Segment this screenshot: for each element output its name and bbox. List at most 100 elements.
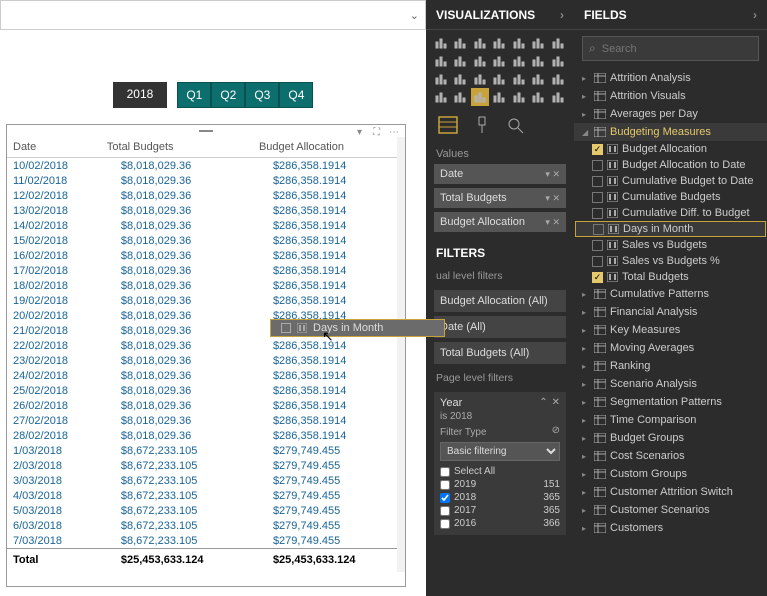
collapse-icon[interactable]: ⌃ xyxy=(539,397,547,409)
field-table[interactable]: ▸Attrition Analysis xyxy=(574,69,767,87)
viz-type-icon[interactable] xyxy=(549,52,567,70)
viz-type-icon[interactable] xyxy=(490,88,508,106)
search-input[interactable] xyxy=(602,43,752,55)
fields-search[interactable]: ⌕ xyxy=(582,36,759,61)
table-row[interactable]: 14/02/2018$8,018,029.36$286,358.1914 xyxy=(7,218,405,233)
remove-icon[interactable]: ✕ xyxy=(552,193,560,203)
column-header[interactable]: Budget Allocation xyxy=(253,137,405,158)
field-table[interactable]: ▸Key Measures xyxy=(574,321,767,339)
field-checkbox[interactable]: ✓ xyxy=(592,144,603,155)
field-item[interactable]: Cumulative Diff. to Budget xyxy=(574,205,767,221)
field-checkbox[interactable] xyxy=(593,224,604,235)
table-row[interactable]: 28/02/2018$8,018,029.36$286,358.1914 xyxy=(7,428,405,443)
field-table[interactable]: ▸Cost Scenarios xyxy=(574,447,767,465)
viz-type-icon[interactable] xyxy=(529,88,547,106)
table-row[interactable]: 4/03/2018$8,672,233.105$279,749.455 xyxy=(7,488,405,503)
field-table[interactable]: ▸Averages per Day xyxy=(574,105,767,123)
viz-type-icon[interactable] xyxy=(471,70,489,88)
viz-type-icon[interactable] xyxy=(432,70,450,88)
fields-tool-icon[interactable] xyxy=(438,116,458,134)
more-icon[interactable]: ⋯ xyxy=(389,127,401,137)
viz-type-icon[interactable] xyxy=(471,88,489,106)
focus-icon[interactable]: ⛶ xyxy=(373,127,385,137)
viz-type-icon[interactable] xyxy=(490,70,508,88)
analytics-tool-icon[interactable] xyxy=(506,116,526,134)
viz-type-icon[interactable] xyxy=(529,70,547,88)
table-row[interactable]: 25/02/2018$8,018,029.36$286,358.1914 xyxy=(7,383,405,398)
year-checkbox[interactable] xyxy=(440,480,450,490)
table-row[interactable]: 23/02/2018$8,018,029.36$286,358.1914 xyxy=(7,353,405,368)
viz-type-icon[interactable] xyxy=(471,34,489,52)
table-row[interactable]: 7/03/2018$8,672,233.105$279,749.455 xyxy=(7,533,405,549)
visual-drag-handle[interactable] xyxy=(7,125,405,137)
year-button[interactable]: 2018 xyxy=(113,82,168,108)
quarter-button[interactable]: Q1 xyxy=(177,82,211,108)
column-header[interactable]: Total Budgets xyxy=(101,137,253,158)
field-checkbox[interactable]: ✓ xyxy=(592,272,603,283)
field-item[interactable]: Sales vs Budgets % xyxy=(574,253,767,269)
field-checkbox[interactable] xyxy=(592,256,603,267)
field-table[interactable]: ▸Customer Attrition Switch xyxy=(574,483,767,501)
table-row[interactable]: 17/02/2018$8,018,029.36$286,358.1914 xyxy=(7,263,405,278)
table-row[interactable]: 19/02/2018$8,018,029.36$286,358.1914 xyxy=(7,293,405,308)
viz-type-icon[interactable] xyxy=(510,34,528,52)
table-scrollbar[interactable] xyxy=(397,137,405,572)
viz-type-icon[interactable] xyxy=(490,52,508,70)
slicer-dropdown[interactable]: ⌄ xyxy=(0,0,426,30)
field-item[interactable]: Sales vs Budgets xyxy=(574,237,767,253)
year-checkbox[interactable] xyxy=(440,506,450,516)
field-item[interactable]: Days in Month xyxy=(575,221,766,237)
field-well-item[interactable]: Budget Allocation▾ ✕ xyxy=(434,212,566,232)
field-table[interactable]: ▸Scenario Analysis xyxy=(574,375,767,393)
visual-filter-item[interactable]: Budget Allocation (All) xyxy=(434,290,566,312)
field-checkbox[interactable] xyxy=(592,192,603,203)
close-icon[interactable]: ✕ xyxy=(552,397,560,409)
year-filter-option[interactable]: 2016366 xyxy=(440,517,560,530)
field-checkbox[interactable] xyxy=(592,240,603,251)
table-row[interactable]: 15/02/2018$8,018,029.36$286,358.1914 xyxy=(7,233,405,248)
viz-type-icon[interactable] xyxy=(471,52,489,70)
table-visual[interactable]: ▾ ⛶ ⋯ DateTotal BudgetsBudget Allocation… xyxy=(6,124,406,587)
viz-type-icon[interactable] xyxy=(549,34,567,52)
quarter-button[interactable]: Q3 xyxy=(245,82,279,108)
viz-type-icon[interactable] xyxy=(510,52,528,70)
table-row[interactable]: 13/02/2018$8,018,029.36$286,358.1914 xyxy=(7,203,405,218)
quarter-button[interactable]: Q2 xyxy=(211,82,245,108)
field-table[interactable]: ▸Financial Analysis xyxy=(574,303,767,321)
table-row[interactable]: 11/02/2018$8,018,029.36$286,358.1914 xyxy=(7,173,405,188)
visual-filter-item[interactable]: Date (All) xyxy=(434,316,566,338)
table-row[interactable]: 12/02/2018$8,018,029.36$286,358.1914 xyxy=(7,188,405,203)
viz-type-icon[interactable] xyxy=(510,88,528,106)
viz-pane-header[interactable]: VISUALIZATIONS› xyxy=(426,0,574,30)
viz-type-icon[interactable] xyxy=(549,88,567,106)
field-table[interactable]: ▸Time Comparison xyxy=(574,411,767,429)
table-row[interactable]: 5/03/2018$8,672,233.105$279,749.455 xyxy=(7,503,405,518)
table-row[interactable]: 24/02/2018$8,018,029.36$286,358.1914 xyxy=(7,368,405,383)
table-row[interactable]: 22/02/2018$8,018,029.36$286,358.1914 xyxy=(7,338,405,353)
field-item[interactable]: Cumulative Budget to Date xyxy=(574,173,767,189)
field-table[interactable]: ▸Cumulative Patterns xyxy=(574,285,767,303)
table-row[interactable]: 1/03/2018$8,672,233.105$279,749.455 xyxy=(7,443,405,458)
filter-type-select[interactable]: Basic filtering xyxy=(440,442,560,461)
field-item[interactable]: Budget Allocation to Date xyxy=(574,157,767,173)
year-filter-option[interactable]: 2018365 xyxy=(440,491,560,504)
table-row[interactable]: 3/03/2018$8,672,233.105$279,749.455 xyxy=(7,473,405,488)
restatement-icon[interactable]: ⊘ xyxy=(552,425,560,438)
year-filter-card[interactable]: Year ⌃✕ is 2018 Filter Type⊘ Basic filte… xyxy=(434,392,566,535)
field-table[interactable]: ▸Customers xyxy=(574,519,767,537)
dropdown-icon[interactable]: ▾ xyxy=(545,217,550,227)
quarter-button[interactable]: Q4 xyxy=(279,82,313,108)
table-row[interactable]: 16/02/2018$8,018,029.36$286,358.1914 xyxy=(7,248,405,263)
viz-type-icon[interactable] xyxy=(451,34,469,52)
viz-type-icon[interactable] xyxy=(510,70,528,88)
field-table[interactable]: ◢Budgeting Measures xyxy=(574,123,767,141)
field-table[interactable]: ▸Segmentation Patterns xyxy=(574,393,767,411)
table-row[interactable]: 18/02/2018$8,018,029.36$286,358.1914 xyxy=(7,278,405,293)
field-well-item[interactable]: Date▾ ✕ xyxy=(434,164,566,184)
visual-filter-item[interactable]: Total Budgets (All) xyxy=(434,342,566,364)
field-checkbox[interactable] xyxy=(592,208,603,219)
table-row[interactable]: 10/02/2018$8,018,029.36$286,358.1914 xyxy=(7,158,405,174)
year-filter-option[interactable]: 2017365 xyxy=(440,504,560,517)
viz-type-icon[interactable] xyxy=(529,52,547,70)
field-checkbox[interactable] xyxy=(592,160,603,171)
